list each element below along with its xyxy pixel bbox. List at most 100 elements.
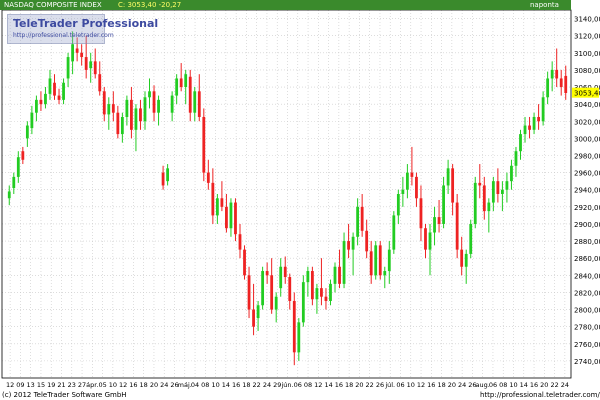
candle-down — [320, 288, 323, 297]
candle-down — [139, 108, 142, 122]
x-tick-label: 04 — [191, 381, 199, 389]
x-tick-label: 16 — [129, 381, 137, 389]
candle-up — [12, 176, 16, 189]
candle-up — [157, 99, 160, 113]
candle-down — [202, 116, 206, 173]
candle-down — [53, 82, 56, 96]
candle-up — [30, 112, 34, 129]
candle-up — [148, 91, 151, 98]
candle-up — [396, 194, 400, 216]
candle-down — [102, 91, 106, 115]
y-tick-label: 3080,00 — [574, 67, 600, 75]
candle-down — [265, 271, 269, 276]
x-tick-label: 10 — [109, 381, 117, 389]
candle-up — [532, 116, 536, 130]
candle-down — [161, 172, 165, 186]
candle-up — [261, 271, 265, 306]
y-tick-label: 2820,00 — [574, 289, 600, 297]
candle-up — [229, 202, 233, 229]
candle-up — [35, 99, 38, 113]
y-tick-label: 2840,00 — [574, 272, 600, 280]
candle-up — [428, 232, 432, 250]
x-tick-label: 22 — [550, 381, 558, 389]
x-tick-label: 08 — [304, 381, 312, 389]
candlestick-chart: 2740,00 2760,00 2780,00 2800,00 2820,00 2840,… — [1, 9, 600, 389]
x-tick-label: aug. — [476, 381, 490, 389]
x-tick-label: 24 — [263, 381, 271, 389]
x-tick-label: 20 — [448, 381, 456, 389]
candle-up — [541, 97, 545, 122]
x-tick-label: 20 — [540, 381, 548, 389]
candle-up — [333, 266, 337, 284]
candle-down — [98, 74, 102, 92]
candle-down — [360, 206, 364, 231]
y-tick-label: 2760,00 — [574, 341, 600, 349]
candle-down — [365, 230, 369, 252]
candle-up — [184, 74, 188, 88]
candle-down — [75, 48, 79, 53]
candle-up — [519, 134, 522, 152]
y-tick-label: 3140,00 — [574, 16, 600, 24]
last-price-label: 3053,40 — [574, 90, 600, 98]
x-tick-label: 24 — [458, 381, 466, 389]
x-tick-label: 16 — [335, 381, 343, 389]
x-tick-label: 22 — [253, 381, 261, 389]
candle-up — [510, 165, 513, 182]
x-tick-label: 26 — [376, 381, 384, 389]
candle-up — [491, 181, 495, 203]
candle-up — [256, 305, 260, 319]
x-tick-label: 18 — [140, 381, 148, 389]
y-tick-label: 2920,00 — [574, 204, 600, 212]
x-tick-label: 24 — [160, 381, 168, 389]
candle-down — [152, 91, 156, 113]
x-tick-label: 12 — [314, 381, 322, 389]
candle-down — [324, 296, 328, 301]
candle-down — [288, 277, 292, 301]
y-tick-label: 2740,00 — [574, 358, 600, 366]
x-tick-label: 29 — [273, 381, 281, 389]
x-tick-label: 27 — [78, 381, 86, 389]
candle-up — [473, 182, 477, 224]
chart-window: 2740,00 2760,00 2780,00 2800,00 2820,00 2840,… — [0, 0, 600, 400]
candle-down — [537, 116, 540, 122]
candle-up — [464, 253, 468, 267]
candle-up — [401, 189, 405, 194]
candle-down — [220, 198, 224, 207]
x-tick-label: 05 — [98, 381, 106, 389]
candle-up — [166, 168, 170, 182]
footer-url[interactable]: http://professional.teletrader.com/ — [480, 391, 600, 399]
candle-down — [206, 172, 210, 183]
x-tick-label: 16 — [530, 381, 538, 389]
candle-up — [215, 198, 219, 216]
candle-down — [238, 234, 242, 250]
candle-down — [243, 249, 246, 276]
y-tick-label: 2860,00 — [574, 255, 600, 263]
candle-up — [175, 78, 179, 96]
candle-up — [356, 206, 360, 237]
x-tick-label: 08 — [499, 381, 507, 389]
y-tick-label: 2900,00 — [574, 221, 600, 229]
x-tick-label: 06 — [489, 381, 497, 389]
x-tick-label: 19 — [47, 381, 55, 389]
candle-up — [89, 61, 93, 69]
candle-up — [62, 82, 65, 100]
candle-down — [555, 69, 559, 79]
x-tick-label: júl. — [384, 381, 395, 389]
candle-down — [460, 249, 464, 267]
x-tick-label: 14 — [222, 381, 230, 389]
x-tick-label: 10 — [407, 381, 415, 389]
y-tick-label: 2880,00 — [574, 238, 600, 246]
candle-up — [71, 44, 75, 62]
quote-readout: C: 3053,40 -20,27 — [118, 1, 182, 9]
candle-down — [410, 172, 414, 177]
x-tick-label: 12 — [417, 381, 425, 389]
x-tick-label: 24 — [561, 381, 569, 389]
x-tick-label: 20 — [150, 381, 158, 389]
candle-down — [528, 125, 531, 130]
x-tick-label: 20 — [355, 381, 363, 389]
candle-up — [315, 288, 319, 300]
x-tick-label: 06 — [396, 381, 404, 389]
candle-down — [424, 228, 427, 250]
candle-down — [111, 104, 115, 113]
candle-up — [297, 322, 301, 353]
